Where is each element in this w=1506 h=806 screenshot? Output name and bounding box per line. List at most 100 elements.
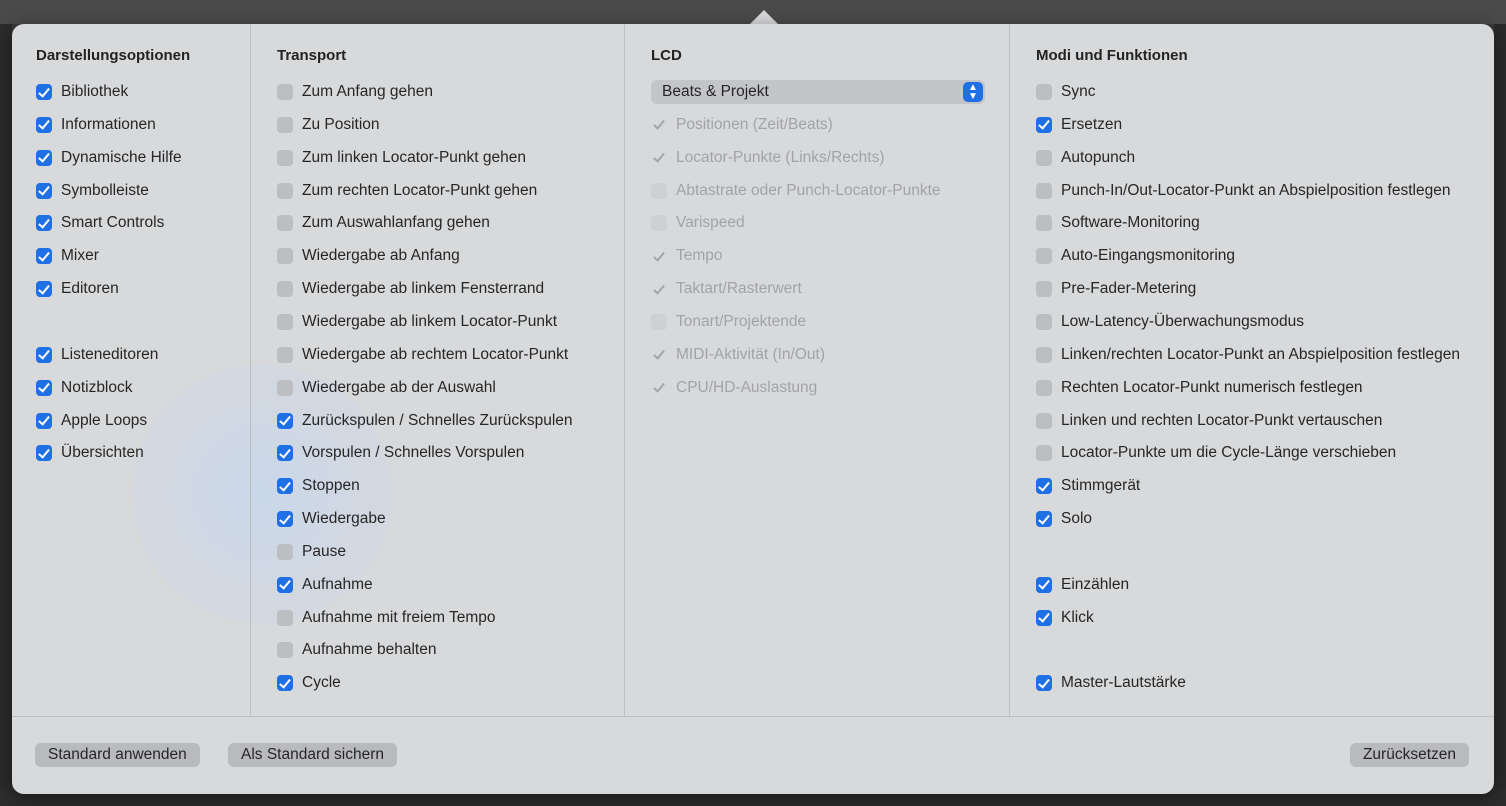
option-row[interactable]: Stoppen [277, 475, 360, 497]
option-row[interactable]: Auto-Eingangsmonitoring [1036, 245, 1235, 267]
option-row[interactable]: Zum Anfang gehen [277, 81, 433, 103]
checkbox[interactable] [277, 445, 293, 462]
checkbox[interactable] [1036, 248, 1052, 265]
checkbox[interactable] [277, 543, 293, 560]
checkbox[interactable] [277, 215, 293, 232]
option-row[interactable]: Dynamische Hilfe [36, 147, 182, 169]
option-row[interactable]: Ersetzen [1036, 114, 1122, 136]
checkbox[interactable] [277, 478, 293, 495]
checkbox[interactable] [36, 445, 52, 462]
checkbox[interactable] [277, 182, 293, 199]
option-row[interactable]: Wiedergabe ab Anfang [277, 245, 460, 267]
option-row[interactable]: Aufnahme mit freiem Tempo [277, 607, 496, 629]
checkbox[interactable] [1036, 313, 1052, 330]
checkbox[interactable] [1036, 149, 1052, 166]
checkbox[interactable] [1036, 116, 1052, 133]
checkbox[interactable] [1036, 511, 1052, 528]
option-row[interactable]: Bibliothek [36, 81, 128, 103]
checkbox[interactable] [277, 313, 293, 330]
checkbox[interactable] [36, 84, 52, 100]
checkbox[interactable] [277, 149, 293, 166]
checkbox[interactable] [1036, 346, 1052, 363]
option-row[interactable]: Übersichten [36, 442, 144, 464]
option-row[interactable]: Zum rechten Locator-Punkt gehen [277, 180, 537, 202]
option-row[interactable]: Apple Loops [36, 410, 147, 432]
option-row[interactable]: Locator-Punkte um die Cycle-Länge versch… [1036, 442, 1396, 464]
checkbox[interactable] [277, 642, 293, 659]
checkbox[interactable] [36, 248, 52, 265]
checkbox[interactable] [1036, 609, 1052, 626]
checkbox[interactable] [1036, 675, 1052, 692]
option-row[interactable]: Pause [277, 541, 346, 563]
option-row[interactable]: Software-Monitoring [1036, 212, 1200, 234]
checkbox[interactable] [1036, 215, 1052, 232]
option-row[interactable]: Wiedergabe ab der Auswahl [277, 377, 496, 399]
checkbox[interactable] [1036, 182, 1052, 199]
checkbox[interactable] [277, 576, 293, 593]
checkbox[interactable] [277, 412, 293, 429]
checkbox[interactable] [36, 116, 52, 133]
checkbox[interactable] [1036, 281, 1052, 298]
checkbox[interactable] [36, 412, 52, 429]
option-row[interactable]: Wiedergabe ab linkem Fensterrand [277, 278, 544, 300]
option-row[interactable]: Zu Position [277, 114, 380, 136]
option-row[interactable]: Aufnahme [277, 574, 373, 596]
checkbox[interactable] [36, 215, 52, 232]
apply-default-button[interactable]: Standard anwenden [35, 743, 200, 767]
option-row[interactable]: Wiedergabe ab linkem Locator-Punkt [277, 311, 557, 333]
option-row[interactable]: Zum Auswahlanfang gehen [277, 212, 490, 234]
checkbox[interactable] [1036, 576, 1052, 593]
checkbox[interactable] [36, 346, 52, 363]
option-row[interactable]: Linken und rechten Locator-Punkt vertaus… [1036, 410, 1382, 432]
option-row[interactable]: Zurückspulen / Schnelles Zurückspulen [277, 410, 573, 432]
checkbox[interactable] [277, 346, 293, 363]
option-row[interactable]: Symbolleiste [36, 180, 149, 202]
checkbox[interactable] [277, 281, 293, 298]
option-row[interactable]: Pre-Fader-Metering [1036, 278, 1196, 300]
option-row[interactable]: Klick [1036, 607, 1094, 629]
option-row[interactable]: Low-Latency-Überwachungsmodus [1036, 311, 1304, 333]
option-row[interactable]: Punch-In/Out-Locator-Punkt an Abspielpos… [1036, 180, 1450, 202]
option-row[interactable]: Stimmgerät [1036, 475, 1140, 497]
option-row[interactable]: Wiedergabe ab rechtem Locator-Punkt [277, 344, 568, 366]
checkbox[interactable] [36, 281, 52, 298]
option-row[interactable]: Solo [1036, 508, 1092, 530]
option-row[interactable]: Linken/rechten Locator-Punkt an Abspielp… [1036, 344, 1460, 366]
checkbox[interactable] [36, 182, 52, 199]
checkbox[interactable] [277, 675, 293, 692]
checkbox[interactable] [1036, 379, 1052, 396]
option-row[interactable]: Einzählen [1036, 574, 1129, 596]
save-as-default-button[interactable]: Als Standard sichern [228, 743, 398, 767]
checkbox[interactable] [277, 379, 293, 396]
option-row[interactable]: Aufnahme behalten [277, 639, 436, 661]
option-row[interactable]: Master-Lautstärke [1036, 672, 1186, 694]
checkbox[interactable] [277, 248, 293, 265]
option-label: Übersichten [61, 444, 144, 462]
option-row[interactable]: Editoren [36, 278, 119, 300]
checkbox[interactable] [36, 379, 52, 396]
option-row[interactable]: Informationen [36, 114, 156, 136]
checkbox[interactable] [1036, 445, 1052, 462]
option-row[interactable]: Vorspulen / Schnelles Vorspulen [277, 442, 524, 464]
checkbox[interactable] [36, 149, 52, 166]
option-row[interactable]: Rechten Locator-Punkt numerisch festlege… [1036, 377, 1363, 399]
checkbox[interactable] [277, 84, 293, 100]
option-row[interactable]: Sync [1036, 81, 1095, 103]
option-row[interactable]: Cycle [277, 672, 341, 694]
option-row[interactable]: Smart Controls [36, 212, 164, 234]
reset-button[interactable]: Zurücksetzen [1349, 743, 1469, 767]
option-row[interactable]: Listeneditoren [36, 344, 158, 366]
option-row: Tempo [651, 245, 723, 267]
option-row[interactable]: Autopunch [1036, 147, 1135, 169]
checkbox[interactable] [1036, 412, 1052, 429]
checkbox[interactable] [277, 116, 293, 133]
option-row[interactable]: Wiedergabe [277, 508, 386, 530]
checkbox[interactable] [277, 609, 293, 626]
checkbox[interactable] [1036, 478, 1052, 495]
option-row[interactable]: Notizblock [36, 377, 133, 399]
checkbox[interactable] [277, 511, 293, 528]
option-row[interactable]: Mixer [36, 245, 99, 267]
lcd-mode-select[interactable]: Beats & Projekt ▲ ▼ [651, 80, 985, 104]
option-row[interactable]: Zum linken Locator-Punkt gehen [277, 147, 526, 169]
checkbox[interactable] [1036, 84, 1052, 100]
